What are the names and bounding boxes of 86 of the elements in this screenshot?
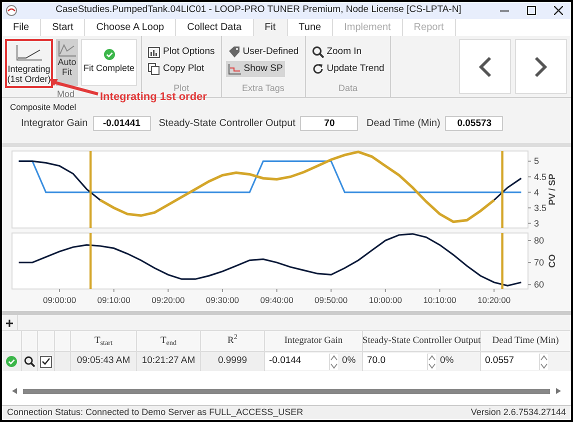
ribbon-item[interactable]: Plot Options	[146, 44, 217, 60]
number-field[interactable]: -0.0144	[265, 353, 329, 370]
cursor-line[interactable]	[89, 151, 92, 228]
trend-icon	[228, 64, 241, 74]
maximize-icon[interactable]	[527, 6, 536, 15]
field-label: Dead Time (Min)	[366, 116, 440, 131]
value-field[interactable]: 0.05573	[445, 116, 504, 131]
next-button[interactable]	[515, 39, 567, 94]
spin-up-icon[interactable]	[428, 354, 436, 362]
group-label: Mod	[57, 88, 75, 101]
column-header: T$_{start}$	[71, 331, 137, 351]
ribbon-item[interactable]: Zoom In	[310, 44, 364, 60]
axis-label: 09:40:00	[260, 295, 294, 305]
axis-label: 10:00:00	[368, 295, 402, 305]
number-field[interactable]: 0.0557	[481, 353, 539, 370]
value-field[interactable]: 70	[300, 116, 358, 131]
copy-icon	[148, 63, 160, 75]
spin-down-icon[interactable]	[428, 362, 436, 370]
group-label: Extra Tags	[241, 82, 286, 95]
chart-icon	[148, 46, 160, 58]
column-header: R$^{2}$	[201, 331, 265, 351]
axis-label: 09:00:00	[42, 295, 76, 305]
axis-label: 3.5	[534, 202, 547, 213]
ribbon-tab[interactable]: Fit	[254, 19, 288, 36]
axis-label: 3	[534, 218, 540, 228]
scroll-left-icon[interactable]	[12, 388, 17, 394]
column-header: Steady-State Controller Output	[363, 331, 481, 351]
model-button[interactable]: Integrating (1st Order)	[5, 39, 53, 88]
axis-label: 4.5	[534, 172, 547, 182]
search-icon	[312, 46, 324, 58]
percent-label: 0%	[440, 354, 454, 368]
chevron-right-icon	[534, 56, 548, 78]
spin-down-icon[interactable]	[330, 362, 338, 370]
spin-up-icon[interactable]	[540, 354, 548, 362]
spin-down-icon[interactable]	[540, 362, 548, 370]
row-checkbox[interactable]	[40, 356, 52, 368]
tag-icon	[228, 46, 240, 58]
axis-title: PV / SP	[547, 174, 557, 206]
spin-up-icon[interactable]	[330, 354, 338, 362]
axis-label: 09:30:00	[206, 295, 240, 305]
ribbon-item[interactable]: Update Trend	[310, 61, 386, 77]
previous-button[interactable]	[459, 39, 511, 94]
axis-label: 4	[534, 187, 540, 198]
auto-fit-button[interactable]: Auto Fit	[56, 39, 78, 86]
axis-title: CO	[547, 254, 557, 268]
chevron-left-icon	[478, 56, 492, 78]
group-label: Plot	[174, 82, 190, 92]
axis-label: 10:10:00	[423, 295, 456, 305]
annotation-text: Integrating 1st order	[100, 91, 207, 104]
column-header: T$_{end}$	[137, 331, 201, 351]
line-chart-icon	[16, 45, 42, 61]
column-header: Integrator Gain	[265, 331, 363, 351]
value-field[interactable]: -0.01441	[92, 116, 151, 131]
field-label: Integrator Gain	[21, 116, 88, 131]
close-icon[interactable]	[554, 6, 563, 15]
axis-label: 60	[534, 280, 544, 290]
axis-label: 09:20:00	[152, 295, 185, 305]
check-icon	[6, 356, 17, 367]
checkmark-icon	[42, 358, 50, 365]
ribbon-item[interactable]: User-Defined	[226, 44, 301, 60]
connection-status: Connection Status: Connected to Demo Server as FULL_ACCESS_USER	[7, 406, 304, 420]
cursor-line[interactable]	[89, 233, 92, 289]
percent-label: 0%	[342, 354, 356, 368]
axis-label: 80	[534, 236, 544, 246]
axis-label: 10:20:00	[478, 295, 511, 305]
app-icon	[6, 5, 17, 16]
ribbon-item[interactable]: Copy Plot	[146, 61, 206, 77]
refresh-icon	[312, 63, 324, 75]
search-icon[interactable]	[24, 356, 35, 367]
section-title: Composite Model	[10, 101, 78, 114]
scroll-right-icon[interactable]	[556, 388, 561, 394]
field-label: Steady-State Controller Output	[158, 116, 296, 131]
axis-label: 09:50:00	[314, 295, 348, 305]
number-field[interactable]: 70.0	[363, 353, 427, 370]
scrollbar-thumb[interactable]	[23, 388, 550, 394]
ribbon-item[interactable]: Show SP	[226, 61, 285, 77]
axis-label: 70	[534, 258, 544, 268]
fit-status: Fit Complete	[83, 62, 135, 76]
check-icon	[104, 49, 114, 60]
column-header: Dead Time (Min)	[481, 331, 571, 351]
window-title: CaseStudies.PumpedTank.04LIC01 - LOOP-PRO TUNER Premium, Node License [CS-LPTA-N]	[54, 3, 462, 18]
scatter-chart-icon	[58, 41, 76, 57]
version-text: Version 2.6.7534.27144	[470, 406, 566, 420]
axis-label: 09:10:00	[97, 295, 130, 305]
axis-label: 5	[534, 156, 540, 166]
group-label: Data	[338, 82, 359, 94]
